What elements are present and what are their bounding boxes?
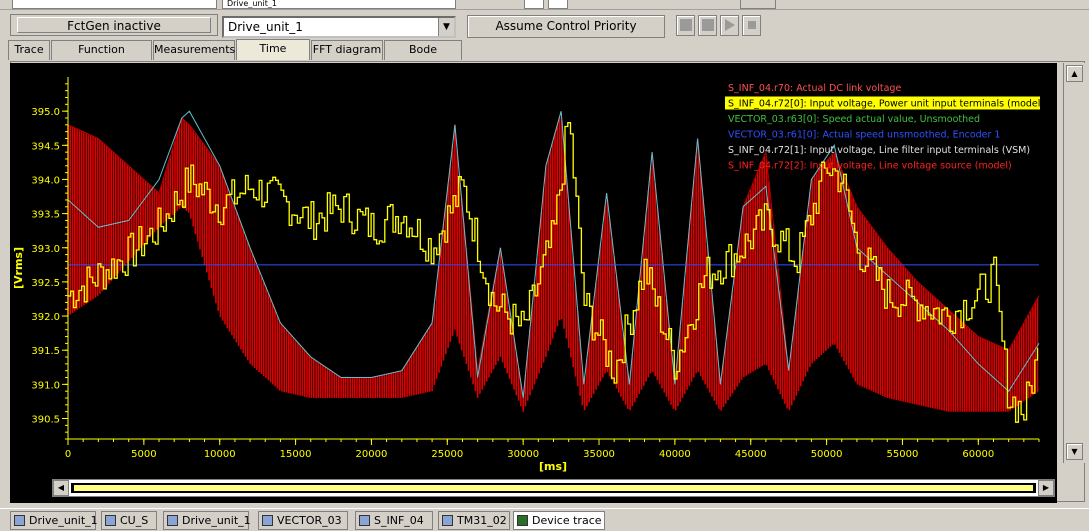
tab-trace[interactable]: Trace	[8, 40, 50, 60]
play-icon	[725, 19, 735, 31]
scroll-down-button[interactable]: ▼	[1066, 443, 1083, 460]
y-axis-label: [Vrms]	[12, 247, 25, 289]
x-tick-label: 30000	[507, 449, 539, 460]
drive-select-value: Drive_unit_1	[228, 20, 303, 34]
horizontal-scrollbar[interactable]: ◀ ▶	[52, 479, 1055, 497]
task-drive-unit-1-b[interactable]: Drive_unit_1	[163, 511, 251, 530]
tab-measurements[interactable]: Measurements	[153, 40, 235, 60]
scroll-left-button[interactable]: ◀	[53, 480, 69, 496]
scroll-right-button[interactable]: ▶	[1038, 480, 1054, 496]
tab-time-diagram[interactable]: Time diagram	[236, 39, 310, 73]
toolbar: FctGen inactive Drive_unit_1 ▼ Assume Co…	[0, 10, 1089, 40]
task-label: TM31_02	[457, 514, 507, 527]
x-tick-label: 10000	[204, 449, 236, 460]
stop-all-icon	[702, 19, 714, 31]
scroll-thumb[interactable]	[71, 483, 1036, 493]
top-stub-btn3	[740, 0, 776, 9]
task-drive-unit-1[interactable]: Drive_unit_1	[10, 511, 98, 530]
task-device-trace[interactable]: Device trace	[513, 511, 605, 530]
start-button[interactable]	[720, 15, 739, 36]
legend-entry: S_INF_04.r72[0]: Input voltage, Power un…	[728, 99, 1044, 110]
y-tick-label: 390.5	[31, 415, 60, 426]
y-tick-label: 394.0	[31, 175, 60, 186]
y-tick-label: 392.0	[31, 312, 60, 323]
x-tick-label: 5000	[131, 449, 156, 460]
top-stub-drive: Drive_unit_1	[222, 0, 456, 9]
tab-function-generator[interactable]: Function generator	[51, 40, 152, 74]
y-tick-label: 391.5	[31, 346, 60, 357]
y-tick-label: 393.0	[31, 244, 60, 255]
small-stop-icon	[748, 21, 756, 29]
stop-trace-button[interactable]	[676, 15, 695, 36]
x-tick-label: 50000	[811, 449, 843, 460]
y-tick-label: 392.5	[31, 278, 60, 289]
x-axis-label: [ms]	[539, 460, 567, 473]
control-unit-icon	[105, 515, 116, 526]
infeed-icon	[359, 515, 370, 526]
x-tick-label: 40000	[659, 449, 691, 460]
vertical-scrollbar[interactable]: ▲ ▼	[1063, 63, 1085, 463]
task-label: S_INF_04	[374, 514, 424, 527]
x-tick-label: 0	[65, 449, 71, 460]
stop-drive-button[interactable]	[742, 15, 761, 36]
legend-entry: S_INF_04.r72[2]: Input voltage, Line vol…	[728, 161, 1012, 172]
fctgen-status-button[interactable]: FctGen inactive	[10, 14, 218, 36]
x-tick-label: 45000	[735, 449, 767, 460]
scroll-up-button[interactable]: ▲	[1066, 65, 1083, 82]
task-label: Drive_unit_1	[182, 514, 251, 527]
task-label: VECTOR_03	[277, 514, 342, 527]
x-tick-label: 35000	[583, 449, 615, 460]
top-stub-left	[12, 0, 217, 9]
top-stub-btn2	[548, 0, 568, 9]
task-vector-03[interactable]: VECTOR_03	[258, 511, 348, 530]
assume-control-priority-button[interactable]: Assume Control Priority	[467, 15, 665, 38]
legend-entry: VECTOR_03.r63[0]: Speed actual value, Un…	[728, 114, 980, 125]
legend-entry: S_INF_04.r72[1]: Input voltage, Line fil…	[728, 145, 1030, 156]
task-cu-s[interactable]: CU_S	[101, 511, 157, 530]
drive-icon	[14, 515, 25, 526]
y-tick-label: 395.0	[31, 107, 60, 118]
x-tick-label: 15000	[280, 449, 312, 460]
vector-icon	[262, 515, 273, 526]
trace-icon	[517, 515, 528, 526]
y-tick-label: 391.0	[31, 380, 60, 391]
x-tick-label: 60000	[962, 449, 994, 460]
y-tick-label: 393.5	[31, 210, 60, 221]
task-label: Device trace	[532, 514, 602, 527]
tab-fft-diagram[interactable]: FFT diagram	[311, 40, 383, 60]
task-s-inf-04[interactable]: S_INF_04	[355, 511, 433, 530]
task-tm31-02[interactable]: TM31_02	[438, 511, 510, 530]
tab-bode-diagram[interactable]: Bode diagram	[384, 40, 462, 74]
x-tick-label: 20000	[356, 449, 388, 460]
time-diagram-chart: 395.0 394.5 394.0 393.5 393.0 392.5 392.0 391.5…	[10, 63, 1057, 503]
legend-entry: VECTOR_03.r61[0]: Actual speed unsmoothe…	[728, 130, 1000, 141]
top-stub-btn1	[524, 0, 544, 9]
chevron-down-icon[interactable]: ▼	[438, 18, 454, 36]
chart-svg: 395.0 394.5 394.0 393.5 393.0 392.5 392.0 391.5…	[10, 63, 1057, 475]
y-tick-label: 394.5	[31, 141, 60, 152]
x-tick-label: 25000	[431, 449, 463, 460]
legend-entry: S_INF_04.r70: Actual DC link voltage	[728, 83, 901, 94]
terminal-module-icon	[442, 515, 453, 526]
x-tick-label: 55000	[887, 449, 919, 460]
top-strip: Drive_unit_1	[0, 0, 1089, 10]
stop-icon	[680, 19, 692, 31]
stop-all-button[interactable]	[698, 15, 717, 36]
drive-select[interactable]: Drive_unit_1 ▼	[222, 16, 456, 38]
fctgen-label: FctGen inactive	[17, 17, 211, 33]
drive-icon	[167, 515, 178, 526]
task-label: CU_S	[120, 514, 149, 527]
task-label: Drive_unit_1	[29, 514, 98, 527]
window-taskbar: Drive_unit_1 CU_S Drive_unit_1 VECTOR_03…	[0, 508, 1089, 531]
